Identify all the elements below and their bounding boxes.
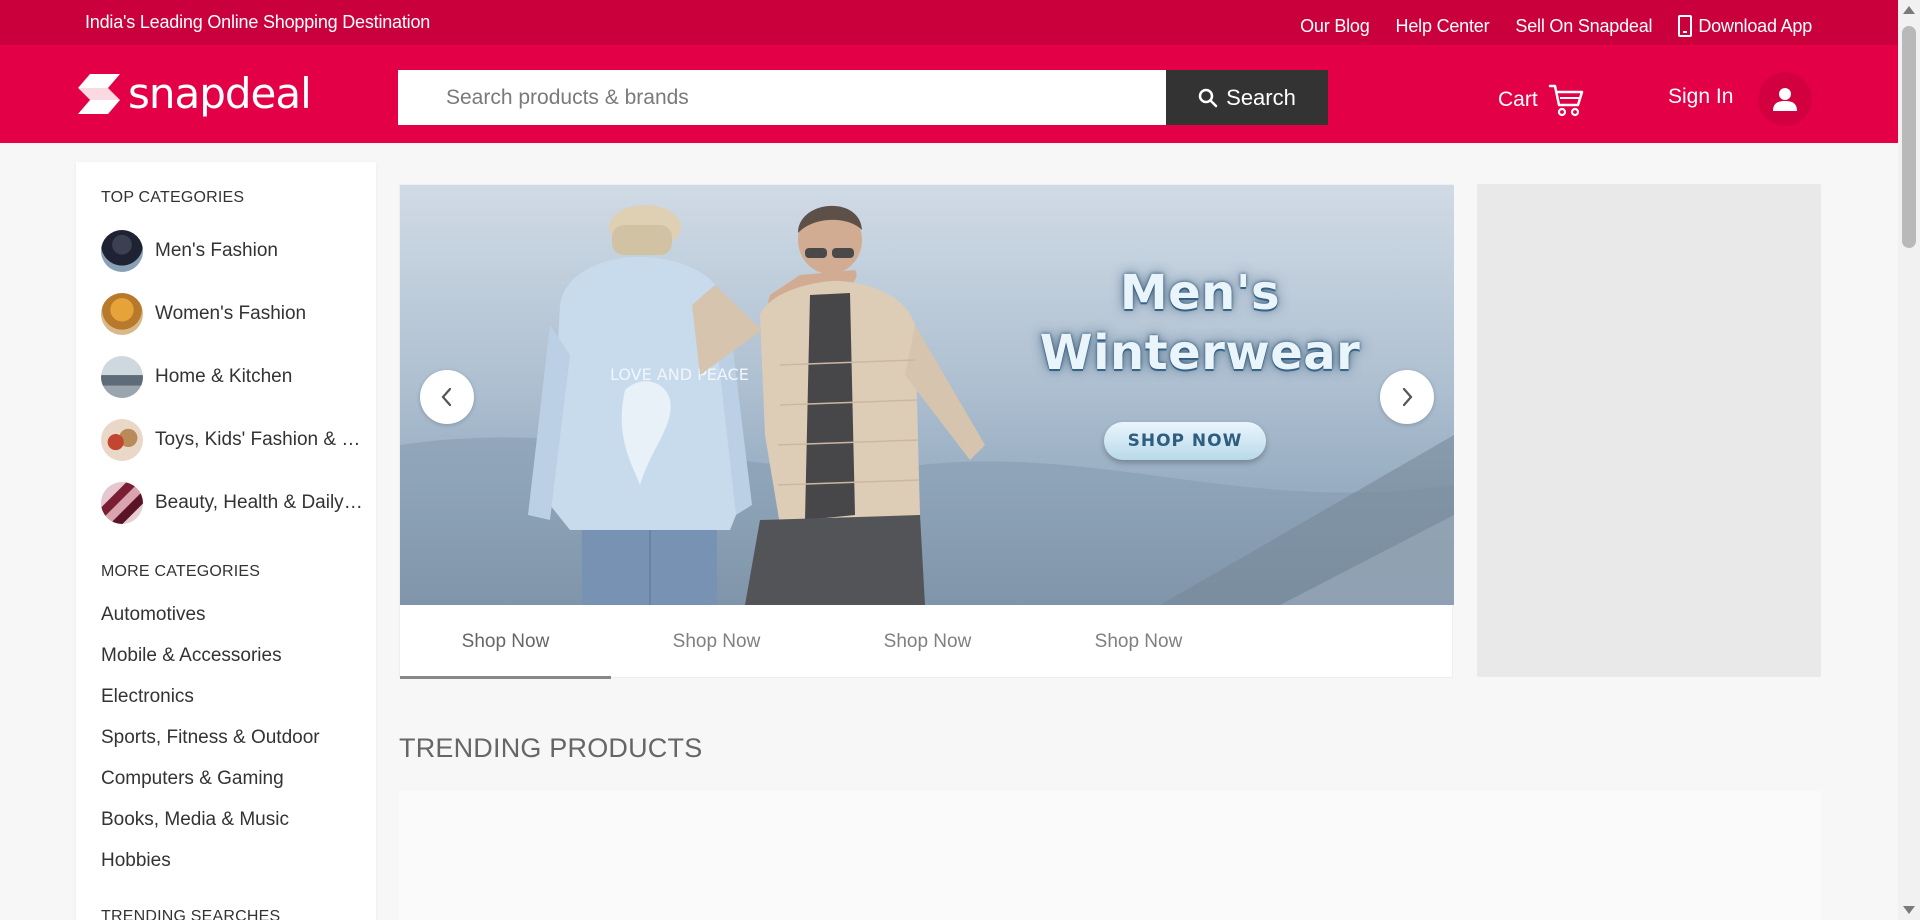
category-mobile-accessories[interactable]: Mobile & Accessories (101, 645, 282, 667)
banner-title: Men's Winterwear (1030, 263, 1370, 383)
category-toys-kids[interactable]: Toys, Kids' Fashion & more (101, 419, 366, 461)
banner-tab-1[interactable]: Shop Now (400, 605, 611, 679)
search-icon (1198, 88, 1218, 107)
snapdeal-logo[interactable]: snapdeal (76, 69, 312, 118)
banner-shop-now-button[interactable]: SHOP NOW (1104, 422, 1266, 460)
help-center-link[interactable]: Help Center (1396, 15, 1490, 37)
banner-slide[interactable]: LOVE AND PEACE Men's Winterwear SHOP NOW (400, 185, 1454, 605)
sell-on-snapdeal-link[interactable]: Sell On Snapdeal (1515, 15, 1652, 37)
trending-products-container (399, 791, 1821, 920)
category-computers-gaming[interactable]: Computers & Gaming (101, 768, 284, 790)
our-blog-link[interactable]: Our Blog (1300, 15, 1370, 37)
category-automotives[interactable]: Automotives (101, 604, 206, 626)
tagline: India's Leading Online Shopping Destinat… (85, 12, 431, 32)
header: snapdeal Search Cart Sign In (0, 45, 1898, 143)
banner-title-line1: Men's (1119, 265, 1281, 321)
banner-carousel: LOVE AND PEACE Men's Winterwear SHOP NOW… (399, 184, 1454, 679)
scroll-up-arrow-icon[interactable] (1903, 6, 1915, 14)
trending-products-title: TRENDING PRODUCTS (399, 733, 703, 763)
category-electronics[interactable]: Electronics (101, 686, 194, 708)
category-beauty-health[interactable]: Beauty, Health & Daily Needs (101, 482, 366, 524)
cart-icon (1548, 84, 1583, 117)
phone-icon (1678, 15, 1693, 37)
banner-tabs: Shop Now Shop Now Shop Now Shop Now (400, 605, 1454, 679)
banner-tab-3[interactable]: Shop Now (822, 605, 1033, 679)
category-label: Beauty, Health & Daily Needs (155, 492, 366, 513)
scroll-down-arrow-icon[interactable] (1903, 906, 1915, 914)
category-mens-fashion[interactable]: Men's Fashion (101, 230, 366, 272)
search-button-label: Search (1226, 84, 1296, 110)
page-scrollbar[interactable] (1898, 0, 1920, 920)
chevron-left-icon (441, 387, 452, 407)
category-label: Women's Fashion (155, 303, 307, 324)
carousel-next-button[interactable] (1380, 370, 1434, 424)
category-womens-fashion[interactable]: Women's Fashion (101, 293, 366, 335)
mens-fashion-thumbnail (101, 230, 143, 272)
logo-text: snapdeal (128, 69, 312, 118)
womens-fashion-thumbnail (101, 293, 143, 335)
search-bar: Search (398, 70, 1328, 125)
category-hobbies[interactable]: Hobbies (101, 850, 171, 872)
hoodie-print-text: LOVE AND PEACE (610, 365, 749, 384)
banner-illustration: LOVE AND PEACE (400, 205, 1454, 605)
more-categories-title: MORE CATEGORIES (101, 563, 261, 580)
scrollbar-thumb[interactable] (1902, 26, 1916, 248)
trending-searches-title: TRENDING SEARCHES (101, 908, 281, 920)
side-promo-placeholder (1477, 184, 1821, 677)
category-home-kitchen[interactable]: Home & Kitchen (101, 356, 366, 398)
search-input[interactable] (398, 70, 1166, 125)
banner-tab-4[interactable]: Shop Now (1033, 605, 1244, 679)
banner-title-line2: Winterwear (1039, 325, 1361, 381)
category-label: Home & Kitchen (155, 366, 293, 387)
home-kitchen-thumbnail (101, 356, 143, 398)
carousel-prev-button[interactable] (420, 370, 474, 424)
category-label: Men's Fashion (155, 240, 278, 261)
download-app-link[interactable]: Download App (1678, 15, 1812, 37)
category-books-media[interactable]: Books, Media & Music (101, 809, 289, 831)
top-links: Our Blog Help Center Sell On Snapdeal Do… (1300, 15, 1812, 37)
banner-tab-2[interactable]: Shop Now (611, 605, 822, 679)
beauty-thumbnail (101, 482, 143, 524)
user-icon (1773, 88, 1797, 111)
download-app-label: Download App (1698, 15, 1812, 36)
user-avatar[interactable] (1758, 72, 1812, 126)
category-sidebar: TOP CATEGORIES Men's Fashion Women's Fas… (76, 162, 376, 920)
cart-label: Cart (1498, 88, 1538, 111)
sign-in-link[interactable]: Sign In (1668, 85, 1733, 109)
chevron-right-icon (1402, 387, 1413, 407)
top-strip: India's Leading Online Shopping Destinat… (0, 0, 1898, 45)
top-categories-title: TOP CATEGORIES (101, 189, 245, 206)
category-sports-fitness[interactable]: Sports, Fitness & Outdoor (101, 727, 320, 749)
cart-button[interactable]: Cart (1498, 83, 1584, 117)
search-button[interactable]: Search (1166, 70, 1328, 125)
category-label: Toys, Kids' Fashion & more (155, 429, 366, 450)
toys-thumbnail (101, 419, 143, 461)
snapdeal-logo-icon (78, 73, 120, 114)
